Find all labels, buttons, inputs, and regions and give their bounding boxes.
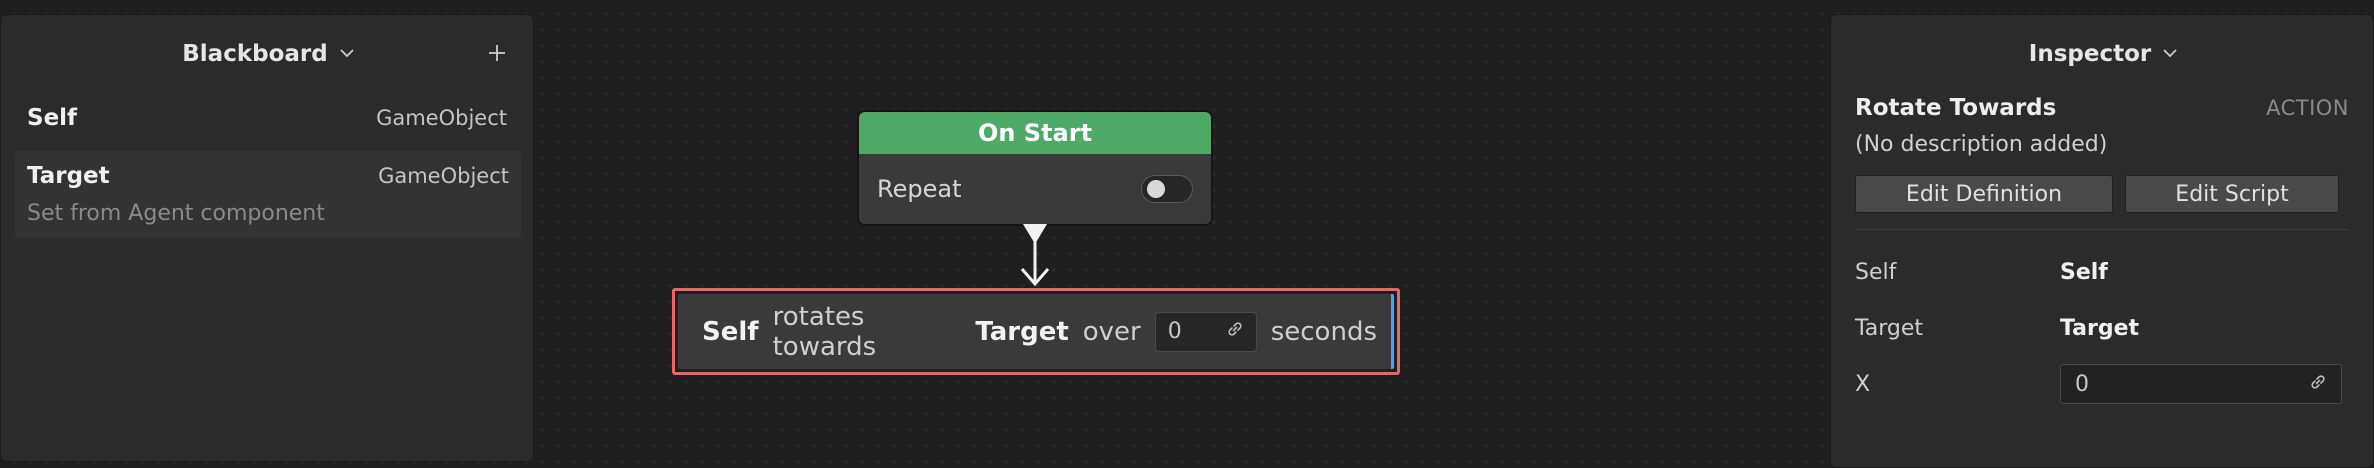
node-name: Rotate Towards [1855,95,2057,121]
action-over-label: over [1082,316,1141,347]
duration-field[interactable]: 0 [1154,311,1257,352]
edit-definition-button[interactable]: Edit Definition [1855,175,2113,213]
action-subject[interactable]: Self [702,317,759,347]
action-verb: rotates towards [772,301,877,362]
edit-script-button[interactable]: Edit Script [2125,175,2339,213]
toggle-knob [1147,180,1165,198]
action-target[interactable]: Target [975,317,1068,347]
node-description: (No description added) [1855,132,2108,157]
on-start-node-title: On Start [859,112,1211,154]
link-icon[interactable] [1226,319,1244,344]
property-label: X [1855,371,1871,397]
inspector-title: Inspector [2028,41,2152,67]
duration-unit: seconds [1270,316,1377,347]
repeat-label: Repeat [877,175,962,203]
property-value[interactable]: Self [2060,260,2108,285]
link-icon[interactable] [2309,372,2327,397]
x-value: 0 [2075,371,2089,397]
add-variable-icon[interactable] [485,41,509,65]
property-row-self: Self Self [1831,244,2373,300]
inspector-header[interactable]: Inspector [1831,15,2373,93]
property-value[interactable]: Target [2060,316,2139,341]
variable-name: Target [27,163,110,189]
node-connector-arrow-icon [1020,224,1050,287]
duration-value: 0 [1167,319,1182,344]
property-row-x: X 0 [1831,356,2373,412]
property-label: Target [1855,315,1924,341]
rotate-towards-action-node[interactable]: Self rotates towards Target over 0 secon… [672,288,1400,375]
chevron-down-icon[interactable] [2163,48,2177,60]
inspector-panel: Inspector Rotate Towards ACTION (No desc… [1830,14,2374,468]
on-start-node[interactable]: On Start Repeat [857,110,1213,226]
variable-type: GameObject [378,164,509,188]
blackboard-title: Blackboard [182,41,328,67]
property-row-target: Target Target [1831,300,2373,356]
node-kind-badge: ACTION [2266,96,2349,120]
property-label: Self [1855,259,1897,285]
variable-name: Self [27,105,78,131]
variable-row-self[interactable]: Self GameObject [1,93,533,143]
variable-type: GameObject [376,106,507,130]
divider [1855,229,2349,230]
variable-row-target[interactable]: Target GameObject Set from Agent compone… [15,151,521,238]
blackboard-panel: Blackboard Self GameObject Target GameOb… [0,14,534,462]
chevron-down-icon[interactable] [340,48,354,60]
blackboard-header[interactable]: Blackboard [1,15,533,93]
variable-note: Set from Agent component [27,201,325,226]
repeat-toggle[interactable] [1141,175,1193,203]
x-value-field[interactable]: 0 [2060,364,2342,404]
